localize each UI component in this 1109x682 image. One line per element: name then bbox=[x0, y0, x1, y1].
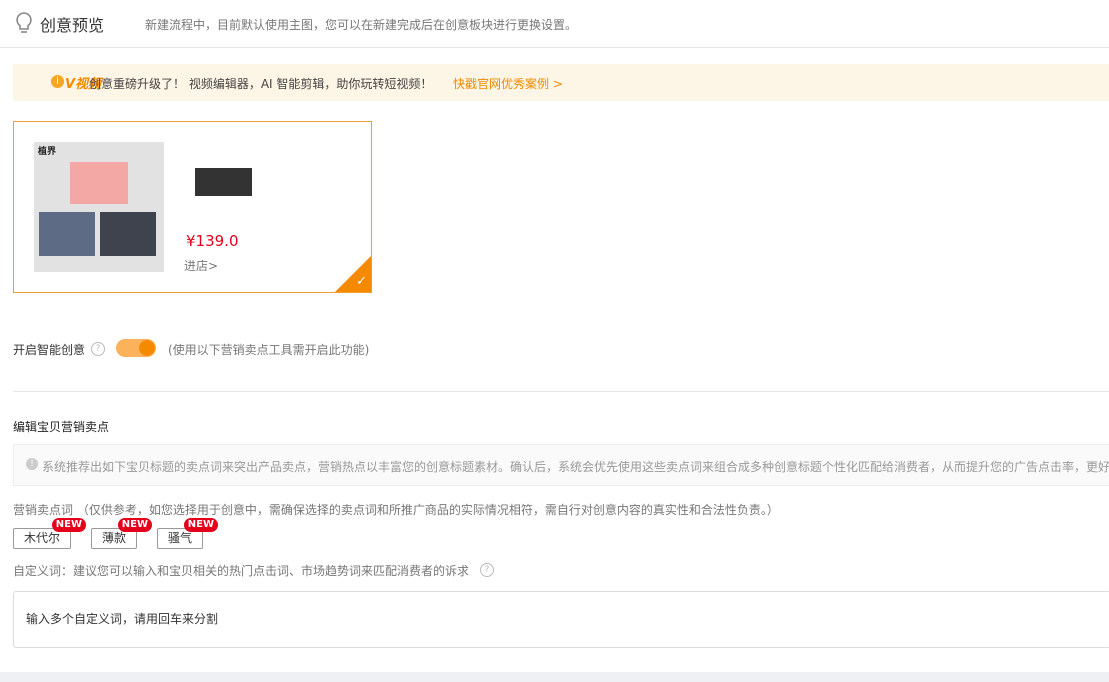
help-icon[interactable]: ? bbox=[91, 342, 105, 356]
new-badge: NEW bbox=[118, 518, 152, 532]
info-box: ! 系统推荐出如下宝贝标题的卖点词来突出产品卖点，营销热点以丰富您的创意标题素材。… bbox=[13, 444, 1109, 486]
footer-strip bbox=[0, 672, 1109, 682]
page-title: 创意预览 bbox=[40, 12, 104, 36]
custom-words-input[interactable]: 输入多个自定义词，请用回车来分割 bbox=[13, 591, 1109, 648]
brand-logo: 植界 bbox=[38, 144, 56, 157]
smart-creative-note: (使用以下营销卖点工具需开启此功能) bbox=[168, 341, 369, 358]
product-price: ¥139.0 bbox=[186, 232, 239, 250]
keyword-tag[interactable]: 薄款NEW bbox=[91, 528, 137, 549]
shop-link[interactable]: 进店> bbox=[184, 257, 218, 274]
check-icon: ✓ bbox=[356, 274, 367, 289]
new-badge: NEW bbox=[184, 518, 218, 532]
keyword-tag[interactable]: 骚气NEW bbox=[157, 528, 203, 549]
examples-link[interactable]: 快戳官网优秀案例 > bbox=[453, 75, 563, 92]
help-icon[interactable]: ? bbox=[480, 563, 494, 577]
smart-creative-toggle[interactable] bbox=[116, 339, 156, 357]
product-image: 植界 bbox=[34, 142, 164, 272]
header-description: 新建流程中，目前默认使用主图，您可以在新建完成后在创意板块进行更换设置。 bbox=[145, 16, 577, 33]
smart-creative-label: 开启智能创意 bbox=[13, 341, 85, 358]
banner-text: 创意重磅升级了！ 视频编辑器，AI 智能剪辑，助你玩转短视频！ bbox=[89, 75, 432, 92]
tag-label: 木代尔 bbox=[24, 531, 60, 545]
promo-banner: i V视频 创意重磅升级了！ 视频编辑器，AI 智能剪辑，助你玩转短视频！ 快戳… bbox=[13, 64, 1109, 101]
keywords-label: 营销卖点词 （仅供参考，如您选择用于创意中，需确保选择的卖点词和所推广商品的实际… bbox=[13, 501, 779, 518]
creative-card[interactable]: 植界 ¥139.0 进店> ✓ bbox=[13, 121, 372, 293]
custom-words-label: 自定义词：建议您可以输入和宝贝相关的热门点击词、市场趋势词来匹配消费者的诉求 bbox=[13, 562, 469, 579]
keyword-tag[interactable]: 木代尔NEW bbox=[13, 528, 71, 549]
input-placeholder: 输入多个自定义词，请用回车来分割 bbox=[26, 610, 218, 627]
divider bbox=[13, 391, 1109, 392]
section-title: 编辑宝贝营销卖点 bbox=[13, 418, 109, 435]
info-icon: i bbox=[51, 75, 64, 88]
lightbulb-icon bbox=[14, 11, 34, 35]
divider bbox=[0, 47, 1109, 48]
info-icon: ! bbox=[26, 458, 38, 470]
info-text: 系统推荐出如下宝贝标题的卖点词来突出产品卖点，营销热点以丰富您的创意标题素材。确… bbox=[42, 458, 1109, 475]
tag-label: 薄款 bbox=[102, 531, 126, 545]
redacted-title bbox=[195, 168, 252, 196]
tag-label: 骚气 bbox=[168, 531, 192, 545]
new-badge: NEW bbox=[52, 518, 86, 532]
